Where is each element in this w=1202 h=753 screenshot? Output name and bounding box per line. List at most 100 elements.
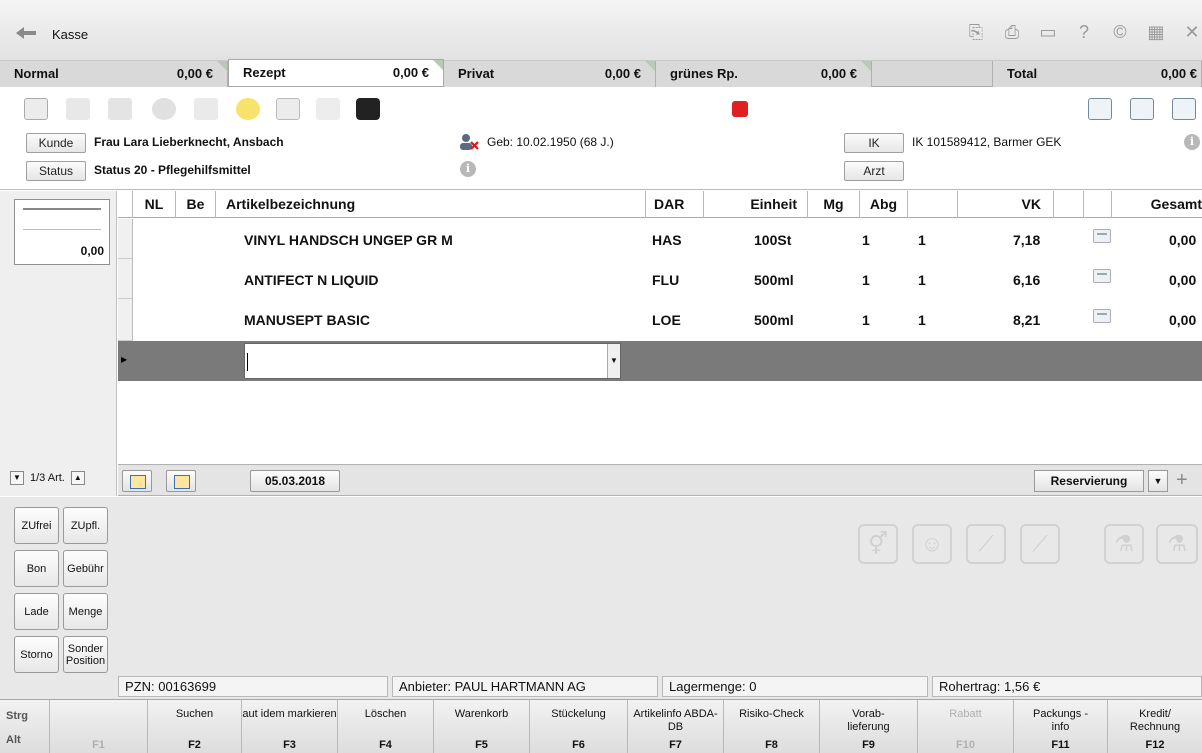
reservierung-button[interactable]: Reservierung <box>1034 470 1144 492</box>
customer-status: Status 20 - Pflegehilfsmittel <box>94 163 251 177</box>
tab-rezept[interactable]: Rezept 0,00 € <box>228 59 444 86</box>
close-icon[interactable]: ✕ <box>1182 22 1202 42</box>
table-row[interactable]: ANTIFECT N LIQUID FLU 500ml 1 1 6,16 0,0… <box>118 261 1202 299</box>
f6-key[interactable]: Stückelung F6 <box>530 700 628 753</box>
menge-button[interactable]: Menge <box>63 593 108 630</box>
f7-key[interactable]: Artikelinfo ABDA-DB F7 <box>628 700 724 753</box>
article-pager: ▼ 1/3 Art. ▲ <box>10 471 85 485</box>
e-user-icon[interactable] <box>1172 98 1196 120</box>
customer-area: Kunde Frau Lara Lieberknecht, Ansbach St… <box>0 88 1202 190</box>
gebuehr-button[interactable]: Gebühr <box>63 550 108 587</box>
status-button[interactable]: Status <box>26 161 86 181</box>
alert-indicator[interactable] <box>732 101 748 117</box>
article-grid: NL Be Artikelbezeichnung DAR Einheit Mg … <box>118 191 1202 464</box>
calculator-icon[interactable] <box>1093 269 1111 283</box>
printer-icon[interactable]: ⎙ <box>1002 22 1022 42</box>
receipt-thumbnail[interactable]: 0,00 <box>14 199 110 265</box>
copyright-icon[interactable]: © <box>1110 22 1130 42</box>
add-icon[interactable]: + <box>1176 470 1188 490</box>
col-gesamt[interactable]: Gesamt <box>1112 191 1202 218</box>
f2-key[interactable]: Suchen F2 <box>148 700 242 753</box>
customers-icon[interactable] <box>152 98 176 120</box>
insurance-ik: IK 101589412, Barmer GEK <box>912 135 1062 149</box>
f11-key[interactable]: Packungs - info F11 <box>1014 700 1108 753</box>
f9-key[interactable]: Vorab-lieferung F9 <box>820 700 918 753</box>
reservierung-dropdown-icon[interactable]: ▼ <box>1148 470 1168 492</box>
calendar-back-icon[interactable] <box>122 470 152 492</box>
sun-icon[interactable] <box>236 98 260 120</box>
chevron-down-icon[interactable]: ▼ <box>607 344 620 378</box>
lade-button[interactable]: Lade <box>14 593 59 630</box>
f8-key[interactable]: Risiko-Check F8 <box>724 700 820 753</box>
bon-button[interactable]: Bon <box>14 550 59 587</box>
f5-key[interactable]: Warenkorb F5 <box>434 700 530 753</box>
calculator-icon[interactable] <box>1093 229 1111 243</box>
customer-name: Frau Lara Lieberknecht, Ansbach <box>94 135 284 149</box>
tab-total[interactable]: Total 0,00 € <box>992 61 1202 87</box>
handshake-icon[interactable] <box>66 98 90 120</box>
col-nl[interactable]: NL <box>133 191 176 218</box>
table-row[interactable]: VINYL HANDSCH UNGEP GR M HAS 100St 1 1 7… <box>118 221 1202 259</box>
f4-key[interactable]: Löschen F4 <box>338 700 434 753</box>
info-icon[interactable]: i <box>460 161 476 177</box>
thermometer-icon[interactable]: ⟋ <box>966 524 1006 564</box>
row-pointer-icon: ▶ <box>121 355 128 364</box>
calendar-forward-icon[interactable] <box>166 470 196 492</box>
kunde-button[interactable]: Kunde <box>26 133 86 153</box>
insurance-info-icon[interactable]: i <box>1184 134 1200 150</box>
article-search-input[interactable]: ▼ <box>244 343 621 379</box>
function-key-bar: Strg Alt F1 Suchen F2 aut idem markieren F… <box>0 699 1202 753</box>
print-receipt-icon[interactable] <box>108 98 132 120</box>
document-icon[interactable] <box>276 98 300 120</box>
page-up-button[interactable]: ▲ <box>70 471 85 485</box>
birth-date: Geb: 10.02.1950 (68 J.) <box>487 135 614 149</box>
zupfl-button[interactable]: ZUpfl. <box>63 507 108 544</box>
grid-dots-icon[interactable] <box>356 98 380 120</box>
syringe-icon[interactable]: ⟋ <box>1020 524 1060 564</box>
clipboard-icon[interactable]: ⎘ <box>966 22 986 42</box>
ik-button[interactable]: IK <box>844 133 904 153</box>
calculator-icon[interactable] <box>1093 309 1111 323</box>
z-user-icon[interactable] <box>1088 98 1112 120</box>
table-row[interactable]: MANUSEPT BASIC LOE 500ml 1 1 8,21 0,00 <box>118 301 1202 339</box>
medication-icon[interactable]: ⚗ <box>1104 524 1144 564</box>
pin-note-icon[interactable] <box>316 98 340 120</box>
calculator-icon[interactable]: ▦ <box>1146 22 1166 42</box>
zufrei-button[interactable]: ZUfrei <box>14 507 59 544</box>
f3-key[interactable]: aut idem markieren F3 <box>242 700 338 753</box>
card-reader-icon[interactable] <box>24 98 48 120</box>
col-dar[interactable]: DAR <box>646 191 704 218</box>
date-button[interactable]: 05.03.2018 <box>250 470 340 492</box>
col-mg[interactable]: Mg <box>808 191 860 218</box>
article-count: 1/3 Art. <box>30 472 65 484</box>
monitor-icon[interactable]: ▭ <box>1038 22 1058 42</box>
tab-normal[interactable]: Normal 0,00 € <box>0 61 228 87</box>
col-be[interactable]: Be <box>176 191 216 218</box>
page-down-button[interactable]: ▼ <box>10 471 24 485</box>
f12-key[interactable]: Kredit/ Rechnung F12 <box>1108 700 1202 753</box>
help-icon[interactable]: ? <box>1074 22 1094 42</box>
f10-key[interactable]: Rabatt F10 <box>918 700 1014 753</box>
back-arrow-icon[interactable] <box>14 24 38 40</box>
sale-tabs: Normal 0,00 € Rezept 0,00 € Privat 0,00 … <box>0 59 1202 87</box>
col-artikelbezeichnung[interactable]: Artikelbezeichnung <box>216 191 646 218</box>
receipt-list-panel: 0,00 ▼ 1/3 Art. ▲ <box>0 191 117 496</box>
window-title: Kasse <box>52 27 89 42</box>
f1-key[interactable]: F1 <box>50 700 148 753</box>
sonder-position-button[interactable]: Sonder Position <box>63 636 108 673</box>
col-einheit[interactable]: Einheit <box>704 191 808 218</box>
lagermenge-field: Lagermenge: 0 <box>662 676 928 697</box>
gender-icon[interactable]: ⚥ <box>858 524 898 564</box>
birthday-user-icon <box>460 134 479 150</box>
arzt-button[interactable]: Arzt <box>844 161 904 181</box>
tab-privat[interactable]: Privat 0,00 € <box>444 61 656 87</box>
storno-button[interactable]: Storno <box>14 636 59 673</box>
alt-label: Alt <box>6 734 21 746</box>
col-vk[interactable]: VK <box>958 191 1054 218</box>
discount-icon[interactable] <box>194 98 218 120</box>
tab-gruenes-rp[interactable]: grünes Rp. 0,00 € <box>656 61 872 87</box>
col-abg[interactable]: Abg <box>860 191 908 218</box>
v-user-icon[interactable] <box>1130 98 1154 120</box>
pills-icon[interactable]: ⚗ <box>1156 524 1198 564</box>
child-icon[interactable]: ☺ <box>912 524 952 564</box>
